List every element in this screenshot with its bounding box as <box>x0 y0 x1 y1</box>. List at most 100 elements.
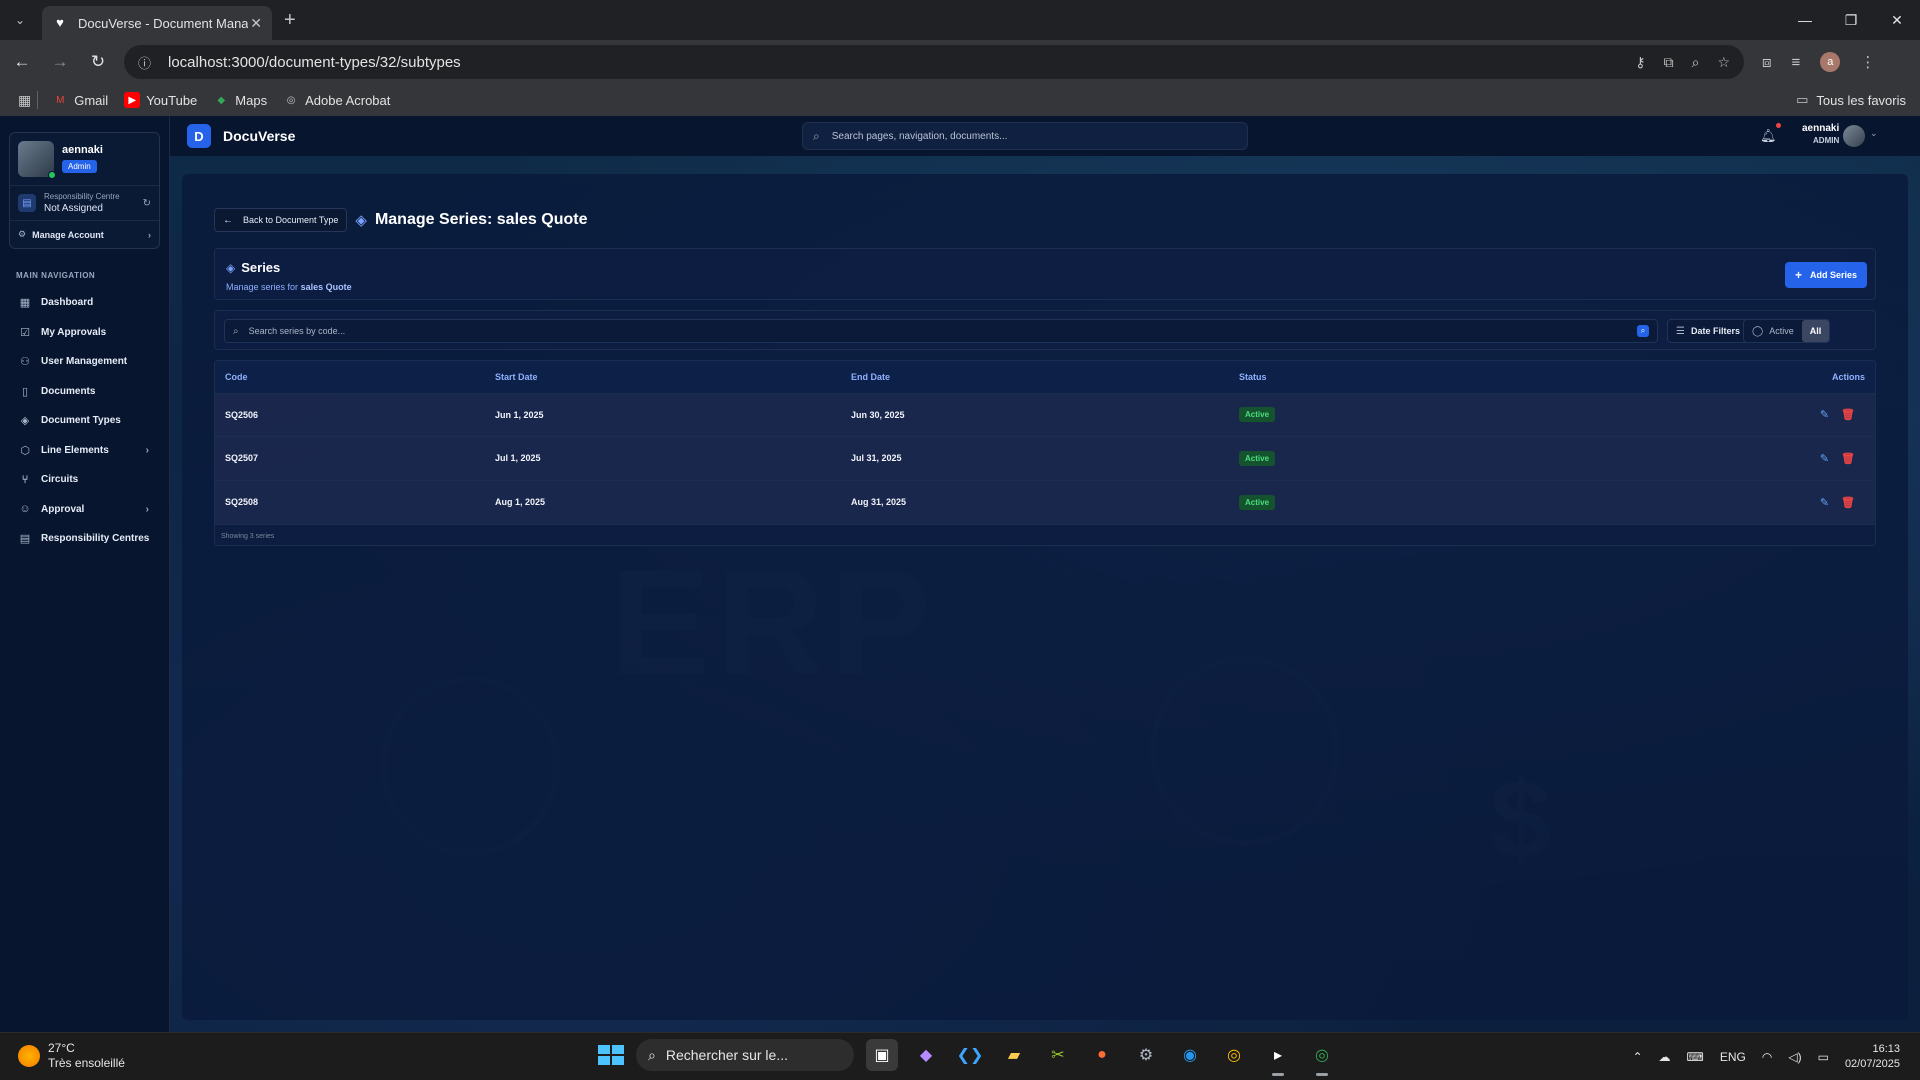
series-search-input[interactable]: ⌕ Search series by code... ⌕ <box>224 319 1658 343</box>
menu-icon[interactable]: ⋮ <box>1860 53 1875 71</box>
omnibox[interactable]: ⓘ localhost:3000/document-types/32/subty… <box>124 45 1744 79</box>
bookmark-youtube[interactable]: ▶ YouTube <box>124 92 197 108</box>
brand-name[interactable]: DocuVerse <box>223 128 295 144</box>
nav-section-title: MAIN NAVIGATION <box>16 271 96 280</box>
sidebar-item-document-types[interactable]: ◈ Document Types <box>0 406 169 436</box>
forward-arrow-icon[interactable]: → <box>44 46 76 78</box>
date-filters-button[interactable]: ☰ Date Filters <box>1667 319 1749 343</box>
table-footer-count: Showing 3 series <box>215 523 1875 545</box>
taskbar-search[interactable]: ⌕ Rechercher sur le... <box>636 1039 854 1071</box>
notification-bell-icon[interactable]: 🔔︎ <box>1760 123 1781 144</box>
snipping-tool-icon[interactable]: ✂ <box>1042 1039 1074 1071</box>
back-arrow-icon[interactable]: ← <box>6 46 38 78</box>
wifi-icon[interactable]: ◠ <box>1762 1050 1772 1064</box>
close-window-icon[interactable]: ✕ <box>1874 0 1920 40</box>
edit-icon[interactable]: ✎ <box>1820 408 1829 421</box>
settings-icon[interactable]: ⚙ <box>1130 1039 1162 1071</box>
key-icon[interactable]: ⚷ <box>1635 54 1645 71</box>
file-explorer-icon[interactable]: ▰ <box>998 1039 1030 1071</box>
close-tab-icon[interactable]: ✕ <box>250 15 262 32</box>
bookmark-acrobat[interactable]: ◎ Adobe Acrobat <box>283 92 391 108</box>
trash-icon[interactable]: 🗑︎ <box>1841 408 1855 421</box>
chevron-down-icon[interactable]: ⌄ <box>1870 128 1878 139</box>
postman-icon[interactable]: ● <box>1086 1039 1118 1071</box>
sidebar-item-my-approvals[interactable]: ☑ My Approvals <box>0 318 169 348</box>
responsibility-centre[interactable]: ▤ Responsibility Centre Not Assigned ↻ <box>10 185 159 220</box>
chrome-icon[interactable]: ◎ <box>1218 1039 1250 1071</box>
column-header-start-date[interactable]: Start Date <box>495 361 851 393</box>
keyboard-icon[interactable]: ⌨ <box>1687 1050 1704 1064</box>
global-search-input[interactable]: ⌕ Search pages, navigation, documents... <box>802 122 1248 150</box>
manage-account-button[interactable]: ⚙ Manage Account › <box>10 220 159 248</box>
column-header-status[interactable]: Status <box>1239 361 1689 393</box>
sidebar-item-user-management[interactable]: ⚇ User Management <box>0 347 169 377</box>
add-series-button[interactable]: + Add Series <box>1784 262 1867 288</box>
edit-icon[interactable]: ✎ <box>1820 496 1829 509</box>
volume-icon[interactable]: ◁) <box>1788 1050 1801 1064</box>
toggle-all[interactable]: All <box>1801 320 1830 342</box>
bookmark-gmail[interactable]: M Gmail <box>52 92 108 108</box>
battery-icon[interactable]: ▭ <box>1818 1050 1829 1064</box>
toggle-active[interactable]: ◯ Active <box>1744 320 1802 342</box>
bookmark-maps[interactable]: ◆ Maps <box>213 92 267 108</box>
url-text[interactable]: localhost:3000/document-types/32/subtype… <box>168 54 461 71</box>
copilot-icon[interactable]: ◆ <box>910 1039 942 1071</box>
cloud-off-icon[interactable]: ☁ <box>1659 1050 1671 1064</box>
task-view-icon[interactable]: ▣ <box>866 1039 898 1071</box>
vscode-icon[interactable]: ❮❯ <box>954 1039 986 1071</box>
terminal-icon[interactable]: ▸ <box>1262 1039 1294 1076</box>
topbar-avatar[interactable] <box>1843 125 1865 147</box>
topbar-user-role: ADMIN <box>1813 136 1840 145</box>
sidebar-item-circuits[interactable]: ⑂ Circuits <box>0 465 169 495</box>
media-icon[interactable]: ≡ <box>1792 54 1801 71</box>
site-info-icon[interactable]: ⓘ <box>138 53 154 72</box>
column-header-code[interactable]: Code <box>215 361 495 393</box>
weather-widget[interactable]: 27°C Très ensoleillé <box>18 1041 125 1071</box>
series-table-card: Code Start Date End Date Status Actions … <box>214 360 1876 546</box>
refresh-icon[interactable]: ↻ <box>143 198 151 209</box>
profile-avatar[interactable]: a <box>1820 52 1841 72</box>
sidebar-item-responsibility-centres[interactable]: ▤ Responsibility Centres <box>0 524 169 554</box>
chrome-profile-icon[interactable]: ◎ <box>1306 1039 1338 1076</box>
language-indicator[interactable]: ENG <box>1720 1050 1746 1064</box>
extensions-icon[interactable]: ⧈ <box>1762 54 1772 71</box>
sidebar-item-dashboard[interactable]: ▦ Dashboard <box>0 288 169 318</box>
series-subtitle: Manage series for sales Quote <box>226 282 352 292</box>
sidebar: aennaki Admin ▤ Responsibility Centre No… <box>0 116 170 1032</box>
search-action-icon[interactable]: ⌕ <box>1637 325 1649 337</box>
chevron-up-icon[interactable]: ⌃ <box>1632 1050 1642 1064</box>
table-header-row: Code Start Date End Date Status Actions <box>215 361 1875 393</box>
sidebar-item-documents[interactable]: ▯ Documents <box>0 377 169 407</box>
translate-icon[interactable]: ⧉ <box>1664 54 1674 71</box>
star-icon[interactable]: ☆ <box>1717 54 1730 71</box>
browser-tab-bar: ⌄ ♥ DocuVerse - Document Manage ✕ + — ❐ … <box>0 0 1920 40</box>
date-filters-label: Date Filters <box>1690 326 1740 336</box>
app-logo[interactable]: D <box>187 124 211 148</box>
trash-icon[interactable]: 🗑︎ <box>1841 496 1855 509</box>
browser-tab[interactable]: ♥ DocuVerse - Document Manage ✕ <box>42 6 272 40</box>
all-bookmarks[interactable]: ▭ Tous les favoris <box>1796 92 1906 108</box>
chevron-right-icon: › <box>145 444 149 456</box>
trash-icon[interactable]: 🗑︎ <box>1841 452 1855 465</box>
table-row[interactable]: SQ2508 Aug 1, 2025 Aug 31, 2025 Active ✎… <box>215 480 1875 524</box>
minimize-icon[interactable]: — <box>1782 0 1828 40</box>
restore-icon[interactable]: ❐ <box>1828 0 1874 40</box>
topbar-user[interactable]: aennaki ADMIN <box>1802 123 1839 145</box>
new-tab-button[interactable]: + <box>284 9 296 32</box>
avatar[interactable] <box>18 141 56 179</box>
back-to-document-type-button[interactable]: ← Back to Document Type <box>214 208 348 232</box>
table-row[interactable]: SQ2507 Jul 1, 2025 Jul 31, 2025 Active ✎… <box>215 436 1875 480</box>
edit-icon[interactable]: ✎ <box>1820 452 1829 465</box>
apps-grid-icon[interactable]: ▦ <box>18 92 31 109</box>
docker-icon[interactable]: ◉ <box>1174 1039 1206 1071</box>
sidebar-item-approval[interactable]: ☺ Approval › <box>0 495 169 525</box>
column-header-end-date[interactable]: End Date <box>851 361 1239 393</box>
status-badge: Active <box>1239 494 1276 510</box>
windows-start-icon[interactable] <box>592 1039 624 1071</box>
sidebar-item-line-elements[interactable]: ⬡ Line Elements › <box>0 436 169 466</box>
table-row[interactable]: SQ2506 Jun 1, 2025 Jun 30, 2025 Active ✎… <box>215 393 1875 437</box>
zoom-icon[interactable]: ⌕ <box>1692 54 1700 71</box>
clock[interactable]: 16:13 02/07/2025 <box>1845 1042 1900 1072</box>
reload-icon[interactable]: ↻ <box>82 46 114 78</box>
tab-search-button[interactable]: ⌄ <box>6 6 34 34</box>
